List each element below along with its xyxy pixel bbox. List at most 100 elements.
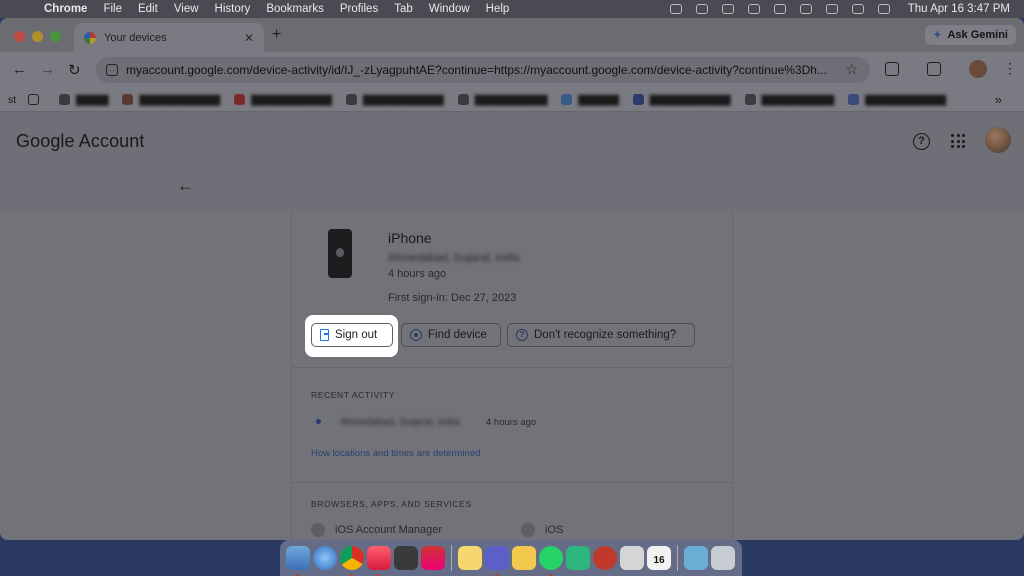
ask-gemini-button[interactable]: ✦ Ask Gemini bbox=[925, 25, 1016, 45]
forward-nav-icon[interactable]: → bbox=[40, 61, 55, 78]
trash-icon[interactable] bbox=[711, 546, 735, 570]
finder-icon[interactable] bbox=[286, 546, 310, 576]
service-icon bbox=[311, 523, 325, 537]
recent-activity-title: RECENT ACTIVITY bbox=[311, 390, 395, 400]
sidecar-icon[interactable] bbox=[421, 546, 445, 570]
status-area: Thu Apr 16 3:47 PM bbox=[669, 0, 1010, 18]
bookmark-item[interactable]: ▇▇▇▇▇ bbox=[561, 94, 619, 106]
tab-your-devices[interactable]: Your devices ✕ bbox=[74, 23, 264, 52]
find-device-button[interactable]: Find device bbox=[401, 323, 501, 347]
clock-icon[interactable] bbox=[851, 4, 864, 14]
address-bar[interactable]: myaccount.google.com/device-activity/id/… bbox=[96, 57, 870, 83]
wifi-icon[interactable] bbox=[799, 4, 812, 14]
back-nav-icon[interactable]: ← bbox=[12, 61, 27, 78]
dock-separator bbox=[451, 545, 452, 571]
control-center-icon[interactable] bbox=[877, 4, 890, 14]
gemini-spark-icon: ✦ bbox=[933, 29, 942, 41]
display-icon[interactable] bbox=[747, 4, 760, 14]
more-menu-icon[interactable]: ⋮ bbox=[1003, 60, 1017, 77]
close-tab-icon[interactable]: ✕ bbox=[244, 31, 254, 45]
logo-product: Account bbox=[78, 131, 145, 151]
new-tab-button[interactable]: + bbox=[272, 26, 281, 44]
device-last-seen: 4 hours ago bbox=[388, 268, 447, 280]
sparkle-icon[interactable] bbox=[669, 4, 682, 14]
url-text[interactable]: myaccount.google.com/device-activity/id/… bbox=[126, 63, 846, 77]
surfshark-icon[interactable] bbox=[566, 546, 590, 570]
site-info-icon[interactable] bbox=[106, 64, 118, 76]
bluetooth-icon[interactable] bbox=[773, 4, 786, 14]
menu-help[interactable]: Help bbox=[486, 3, 510, 15]
section-divider bbox=[292, 367, 732, 368]
menu-clock[interactable]: Thu Apr 16 3:47 PM bbox=[908, 3, 1010, 15]
close-window-button[interactable] bbox=[14, 31, 25, 42]
device-detail-panel: iPhone Ahmedabad, Gujarat, India 4 hours… bbox=[0, 212, 1024, 540]
service-item[interactable]: iOS bbox=[521, 523, 563, 537]
google-apps-icon[interactable] bbox=[951, 134, 965, 148]
activity-time: 4 hours ago bbox=[486, 417, 537, 428]
dont-recognize-button[interactable]: ? Don't recognize something? bbox=[507, 323, 695, 347]
sign-out-label: Sign out bbox=[335, 329, 378, 341]
preview-icon[interactable] bbox=[620, 546, 644, 570]
safari-icon[interactable] bbox=[313, 546, 337, 570]
bookmark-item[interactable]: ▇▇▇▇▇▇▇▇▇▇ bbox=[848, 94, 946, 106]
menu-history[interactable]: History bbox=[215, 3, 251, 15]
bookmark-item[interactable]: ▇▇▇▇▇▇▇▇▇▇ bbox=[632, 94, 731, 106]
bookmark-label[interactable]: st bbox=[8, 94, 16, 106]
fullscreen-window-button[interactable] bbox=[50, 31, 61, 42]
bookmark-item[interactable]: ▇▇▇▇▇▇▇▇▇▇ bbox=[345, 94, 444, 106]
notes-icon[interactable] bbox=[458, 546, 482, 570]
locations-info-link[interactable]: How locations and times are determined bbox=[311, 448, 481, 459]
sign-out-button[interactable]: Sign out bbox=[311, 323, 393, 347]
reload-icon[interactable]: ↻ bbox=[68, 61, 81, 79]
avatar[interactable] bbox=[985, 127, 1011, 153]
activity-location: Ahmedabad, Gujarat, India bbox=[340, 417, 460, 428]
account-header: Google Account ? bbox=[0, 113, 1024, 161]
service-label: iOS Account Manager bbox=[335, 524, 443, 536]
bookmark-item[interactable]: ▇▇▇▇▇▇▇▇▇▇ bbox=[234, 94, 332, 106]
menu-tab[interactable]: Tab bbox=[394, 3, 413, 15]
minimize-window-button[interactable] bbox=[32, 31, 43, 42]
service-icon bbox=[521, 523, 535, 537]
google-account-logo[interactable]: Google Account bbox=[16, 131, 145, 152]
back-arrow-icon[interactable]: ← bbox=[177, 176, 194, 196]
phone-icon bbox=[328, 229, 352, 278]
bookmark-item[interactable]: ▇▇▇▇▇▇▇▇▇ bbox=[457, 94, 547, 106]
apps-grid-icon[interactable] bbox=[28, 94, 45, 105]
calendar-icon[interactable]: 16 bbox=[647, 546, 671, 570]
menu-bookmarks[interactable]: Bookmarks bbox=[266, 3, 324, 15]
menu-edit[interactable]: Edit bbox=[138, 3, 158, 15]
device-location: Ahmedabad, Gujarat, India bbox=[388, 252, 520, 264]
bookmark-item[interactable]: ▇▇▇▇▇▇▇▇▇ bbox=[744, 94, 834, 106]
help-circle-icon: ? bbox=[516, 329, 528, 341]
teams-icon[interactable] bbox=[485, 546, 509, 576]
music-icon[interactable] bbox=[367, 546, 391, 576]
menu-view[interactable]: View bbox=[174, 3, 199, 15]
airmail-icon[interactable] bbox=[593, 546, 617, 570]
menu-window[interactable]: Window bbox=[429, 3, 470, 15]
play-icon[interactable] bbox=[721, 4, 734, 14]
profile-icon[interactable] bbox=[969, 60, 987, 78]
reading-mode-icon[interactable] bbox=[927, 62, 941, 76]
service-item[interactable]: iOS Account Manager bbox=[311, 523, 442, 537]
menu-chrome[interactable]: Chrome bbox=[44, 3, 87, 15]
menu-profiles[interactable]: Profiles bbox=[340, 3, 378, 15]
whatsapp-icon[interactable] bbox=[539, 546, 563, 576]
chrome-icon[interactable] bbox=[340, 546, 364, 576]
google-favicon-icon bbox=[84, 31, 96, 44]
calculator-icon[interactable] bbox=[394, 546, 418, 570]
column-divider bbox=[291, 212, 292, 540]
extensions-icon[interactable] bbox=[885, 62, 899, 76]
volume-icon[interactable] bbox=[825, 4, 838, 14]
bookmark-item[interactable]: ▇▇▇▇ bbox=[59, 94, 108, 106]
stickies-icon[interactable] bbox=[512, 546, 536, 570]
more-bookmarks-icon[interactable]: » bbox=[995, 92, 1002, 107]
locate-icon bbox=[410, 329, 422, 341]
help-icon[interactable]: ? bbox=[913, 133, 930, 150]
bookmark-item[interactable]: ▇▇▇▇▇▇▇▇▇▇ bbox=[122, 94, 220, 106]
column-divider bbox=[732, 212, 733, 540]
downloads-folder-icon[interactable] bbox=[684, 546, 708, 570]
device-first-signin: First sign-in: Dec 27, 2023 bbox=[388, 292, 517, 304]
bookmark-star-icon[interactable]: ☆ bbox=[845, 61, 858, 78]
script-icon[interactable] bbox=[695, 4, 708, 14]
menu-file[interactable]: File bbox=[103, 3, 122, 15]
